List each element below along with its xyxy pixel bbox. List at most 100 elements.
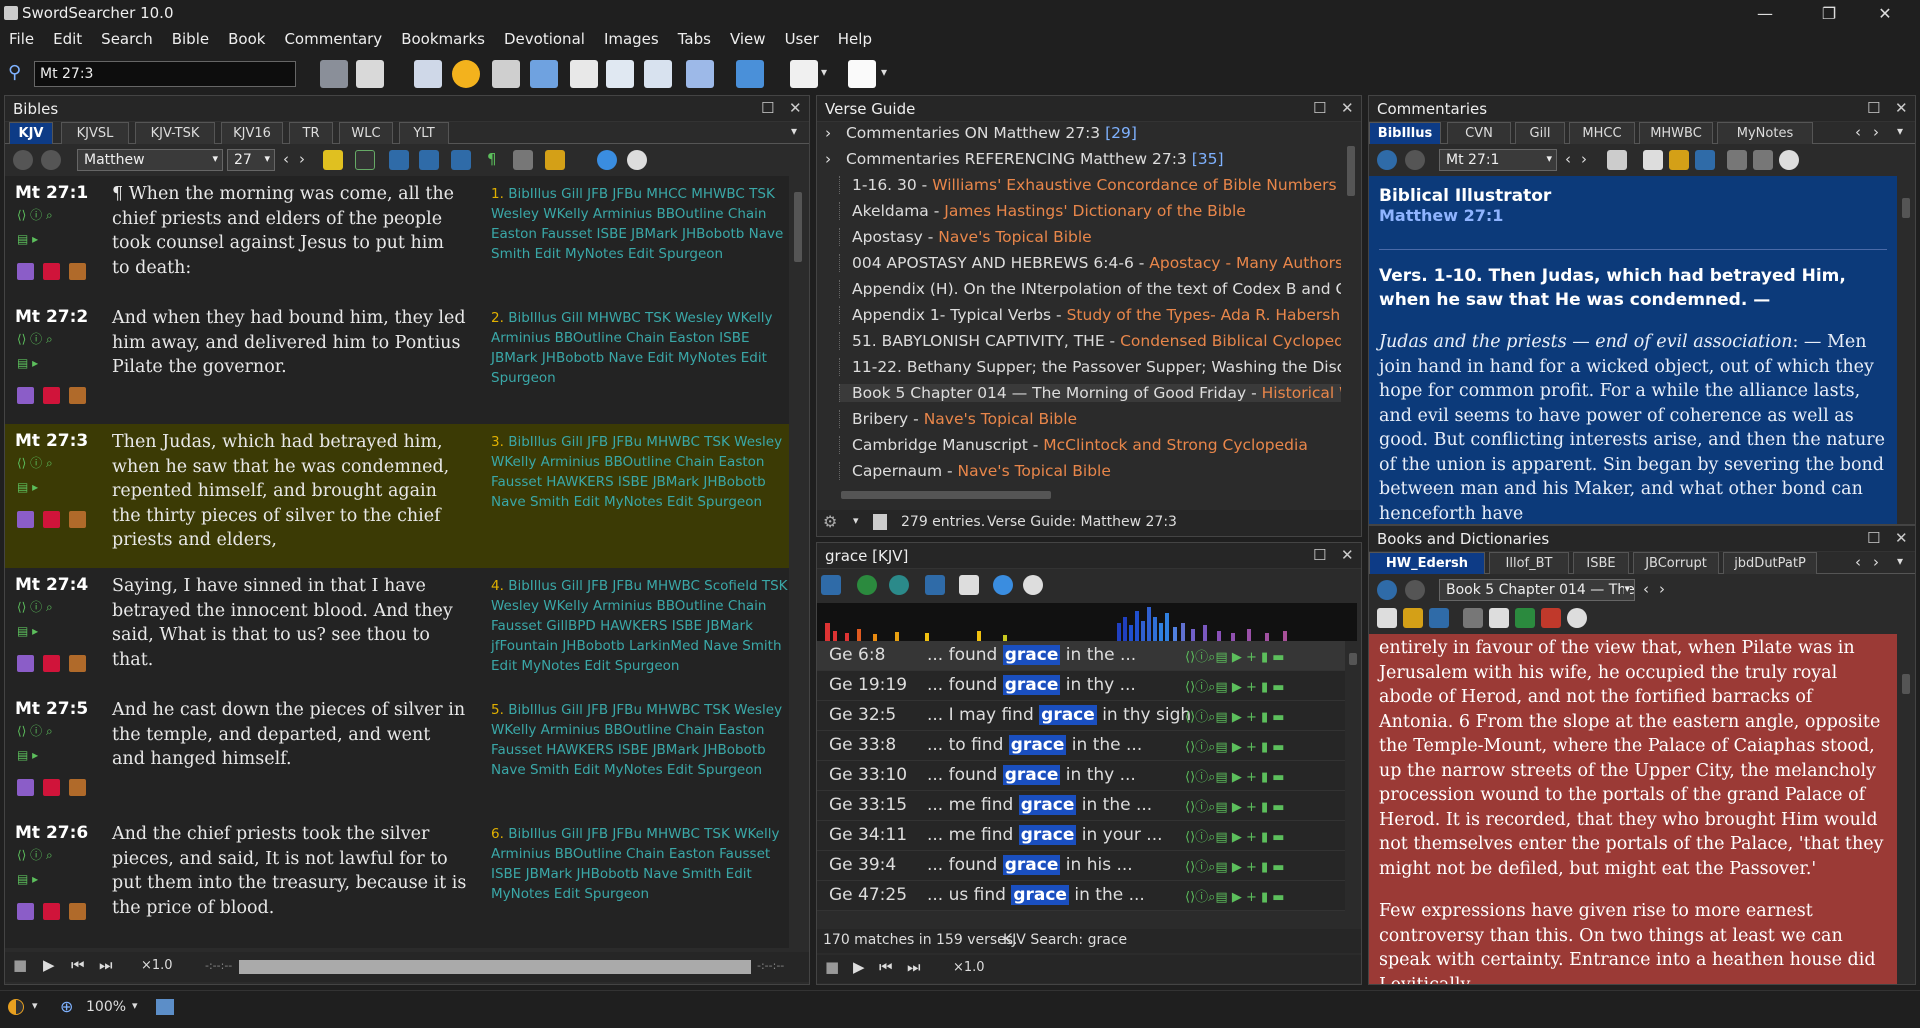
close-pane-icon[interactable]: ✕ — [1341, 546, 1354, 564]
tab-jbddutpatp[interactable]: jbdDutPatP — [1723, 552, 1817, 574]
reference-input[interactable] — [34, 61, 296, 87]
result-tool-icons[interactable]: ⟨⟩ⓘ⌕▤ ▶ + ▮ ▬ — [1185, 796, 1285, 815]
study-icon[interactable] — [1695, 150, 1715, 170]
tab-jbcorrupt[interactable]: JBCorrupt — [1633, 552, 1719, 574]
tabs-next-icon[interactable]: › — [1873, 553, 1879, 571]
bookmark-icon[interactable] — [43, 655, 60, 672]
chapter-select[interactable]: Book 5 Chapter 014 — The ▾ — [1439, 579, 1635, 601]
tabs-prev-icon[interactable]: ‹ — [1855, 553, 1861, 571]
tab-illof-bt[interactable]: Illof_BT — [1489, 552, 1569, 574]
back-icon[interactable] — [13, 150, 33, 170]
paragraph-icon[interactable]: ¶ — [487, 150, 497, 168]
search-result-row[interactable]: Ge 33:8... to find grace in the ... ⟨⟩ⓘ⌕▤… — [817, 731, 1345, 761]
result-tool-icons[interactable]: ⟨⟩ⓘ⌕▤ ▶ + ▮ ▬ — [1185, 856, 1285, 875]
add-bookmark-icon[interactable] — [17, 779, 34, 796]
export-icon[interactable] — [1515, 608, 1535, 628]
search-result-row[interactable]: Ge 6:8... found grace in the ... ⟨⟩ⓘ⌕▤ ▶ … — [817, 641, 1345, 671]
verse-play-icons[interactable]: ▤ ▸ — [17, 356, 38, 370]
notes-icon[interactable] — [492, 60, 520, 88]
guide-item[interactable]: Capernaum - Nave's Topical Bible — [839, 462, 1341, 480]
result-ref[interactable]: Ge 47:25 — [829, 885, 907, 905]
bookmark-icon[interactable] — [43, 263, 60, 280]
seek-bar[interactable] — [239, 960, 751, 974]
zoom-level[interactable]: 100% — [86, 999, 126, 1015]
book-select[interactable]: Matthew ▾ — [77, 149, 223, 171]
stop-icon[interactable]: ■ — [825, 958, 839, 976]
next-track-icon[interactable]: ⏭ — [907, 958, 921, 976]
guide-item[interactable]: Apostasy - Nave's Topical Bible — [839, 228, 1341, 246]
font-icon[interactable] — [355, 150, 375, 170]
copy-icon[interactable] — [320, 60, 348, 88]
verse-play-icons[interactable]: ▤ ▸ — [17, 232, 38, 246]
next-track-icon[interactable]: ⏭ — [99, 956, 113, 974]
menu-edit[interactable]: Edit — [43, 28, 91, 48]
menu-help[interactable]: Help — [828, 28, 881, 48]
guide-item[interactable]: 11-22. Bethany Supper; the Passover Supp… — [839, 358, 1341, 376]
print-icon[interactable] — [414, 60, 442, 88]
back-icon[interactable] — [1377, 580, 1397, 600]
forward-icon[interactable] — [41, 150, 61, 170]
theme-icon[interactable] — [8, 999, 24, 1015]
pencil-icon[interactable] — [69, 655, 86, 672]
close-window-button[interactable]: ✕ — [1862, 0, 1908, 28]
speed-label[interactable]: ×1.0 — [141, 958, 173, 973]
guide-item-selected[interactable]: Book 5 Chapter 014 — The Morning of Good… — [839, 384, 1341, 402]
menu-book[interactable]: Book — [218, 28, 274, 48]
tab-mhcc[interactable]: MHCC — [1569, 122, 1635, 144]
chapter-select[interactable]: 27 ▾ — [227, 149, 275, 171]
search-result-row[interactable]: Ge 47:25... us find grace in the ... ⟨⟩ⓘ⌕… — [817, 881, 1345, 911]
verse-select[interactable]: Mt 27:1 ▾ — [1439, 149, 1557, 171]
verse-tool-icons[interactable]: ⟨⟩ ⓘ ⌕ — [17, 598, 53, 615]
audio-icon[interactable] — [627, 150, 647, 170]
notes-icon[interactable] — [419, 150, 439, 170]
prev-chapter-icon[interactable]: ‹ — [1643, 580, 1649, 598]
add-bookmark-icon[interactable] — [17, 655, 34, 672]
guide-item[interactable]: Akeldama - James Hastings' Dictionary of… — [839, 202, 1341, 220]
menu-view[interactable]: View — [720, 28, 775, 48]
menu-tabs[interactable]: Tabs — [668, 28, 720, 48]
menu-images[interactable]: Images — [594, 28, 668, 48]
chevron-down-icon[interactable]: ▾ — [791, 124, 797, 138]
verse-row[interactable]: Mt 27:2 ⟨⟩ ⓘ ⌕ ▤ ▸ And when they had bou… — [5, 300, 789, 424]
minimize-button[interactable]: — — [1742, 0, 1788, 28]
window-layout-icon[interactable] — [848, 60, 876, 88]
scrollbar[interactable] — [1897, 176, 1915, 524]
scrollbar[interactable] — [1345, 641, 1361, 911]
prev-verse-icon[interactable]: ‹ — [1565, 150, 1571, 168]
pencil-icon[interactable] — [69, 511, 86, 528]
verse-row[interactable]: Mt 27:6 ⟨⟩ ⓘ ⌕ ▤ ▸ And the chief priests… — [5, 816, 789, 948]
prev-track-icon[interactable]: ⏮ — [71, 956, 85, 974]
verse-ref[interactable]: Mt 27:3 — [15, 431, 88, 451]
list-view-icon[interactable] — [821, 575, 841, 595]
back-icon[interactable] — [1377, 150, 1397, 170]
chevron-down-icon[interactable]: ▾ — [1897, 554, 1903, 568]
audio-icon[interactable] — [1023, 575, 1043, 595]
guide-item[interactable]: Cambridge Manuscript - McClintock and St… — [839, 436, 1341, 454]
pencil-icon[interactable] — [69, 779, 86, 796]
tab-mynotes[interactable]: MyNotes — [1717, 122, 1813, 144]
prev-track-icon[interactable]: ⏮ — [879, 958, 893, 976]
tab-tr[interactable]: TR — [289, 122, 333, 144]
lightbulb-icon[interactable] — [452, 60, 480, 88]
delete-icon[interactable] — [1541, 608, 1561, 628]
graph-icon[interactable] — [925, 575, 945, 595]
verse-ref[interactable]: Mt 27:5 — [15, 699, 88, 719]
verse-tool-icons[interactable]: ⟨⟩ ⓘ ⌕ — [17, 206, 53, 223]
tab-wlc[interactable]: WLC — [339, 122, 393, 144]
study-icon[interactable] — [389, 150, 409, 170]
add-bookmark-icon[interactable] — [17, 387, 34, 404]
guide-item-expandable[interactable]: › Commentaries ON Matthew 27:3 [29] — [825, 124, 1341, 142]
search-result-row[interactable]: Ge 32:5... I may find grace in thy sight… — [817, 701, 1345, 731]
calendar-icon[interactable] — [736, 60, 764, 88]
library-icon[interactable] — [1403, 608, 1423, 628]
maximize-pane-icon[interactable]: ☐ — [1313, 99, 1326, 117]
search-result-row[interactable]: Ge 34:11... me find grace in your ... ⟨⟩ⓘ… — [817, 821, 1345, 851]
prev-chapter-icon[interactable]: ‹ — [283, 150, 289, 168]
tab-kjvsl[interactable]: KJVSL — [61, 122, 129, 144]
result-ref[interactable]: Ge 34:11 — [829, 825, 907, 845]
library-icon[interactable] — [1669, 150, 1689, 170]
chevron-down-icon[interactable]: ▾ — [853, 514, 859, 527]
maximize-pane-icon[interactable]: ☐ — [1867, 99, 1880, 117]
verse-list-icon[interactable] — [356, 60, 384, 88]
close-pane-icon[interactable]: ✕ — [1341, 99, 1354, 117]
